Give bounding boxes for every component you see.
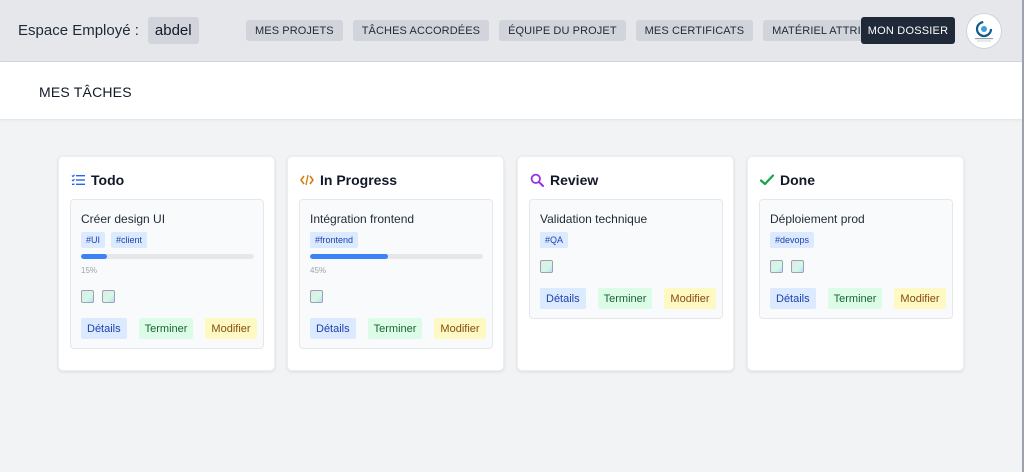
task-title: Intégration frontend	[310, 212, 415, 226]
task-tag: #QA	[540, 232, 569, 248]
brand-label: Espace Employé :	[18, 22, 139, 39]
company-logo-icon[interactable]	[966, 13, 1002, 49]
task-tag: #devops	[770, 232, 815, 248]
mon-dossier-button[interactable]: MON DOSSIER	[861, 17, 955, 44]
finish-button[interactable]: Terminer	[138, 318, 194, 339]
column-header: Done	[760, 172, 815, 188]
finish-button[interactable]: Terminer	[827, 288, 883, 309]
search-icon	[530, 173, 544, 187]
page-title: MES TÂCHES	[39, 84, 132, 100]
task-actions: Détails Terminer Modifier	[310, 318, 486, 339]
assignee-avatar	[102, 290, 115, 303]
code-icon	[300, 173, 314, 187]
top-navbar: Espace Employé : abdel MES PROJETS TÂCHE…	[0, 0, 1024, 62]
task-progress-bar	[81, 254, 254, 259]
task-tags: #frontend	[310, 232, 359, 248]
assignee-avatar	[310, 290, 323, 303]
task-actions: Détails Terminer Modifier	[81, 318, 257, 339]
edit-button[interactable]: Modifier	[205, 318, 257, 339]
task-card[interactable]: Intégration frontend #frontend 45% Détai…	[299, 199, 493, 349]
task-tags: #devops	[770, 232, 815, 248]
task-title: Déploiement prod	[770, 212, 865, 226]
column-header: In Progress	[300, 172, 397, 188]
column-title: Done	[780, 172, 815, 188]
finish-button[interactable]: Terminer	[367, 318, 423, 339]
nav-equipe-projet[interactable]: ÉQUIPE DU PROJET	[499, 20, 626, 41]
task-assignees	[310, 290, 323, 303]
page-title-bar: MES TÂCHES	[0, 62, 1022, 120]
edit-button[interactable]: Modifier	[664, 288, 716, 309]
task-progress-fill	[81, 254, 107, 259]
brand: Espace Employé : abdel	[18, 17, 199, 44]
nav-mes-certificats[interactable]: MES CERTIFICATS	[635, 20, 754, 41]
assignee-avatar	[770, 260, 783, 273]
task-assignees	[540, 260, 553, 273]
column-header: Review	[530, 172, 598, 188]
task-progress-label: 15%	[81, 266, 98, 275]
kanban-column-done: Done Déploiement prod #devops Détails Te…	[747, 156, 964, 371]
task-progress-label: 45%	[310, 266, 327, 275]
details-button[interactable]: Détails	[310, 318, 356, 339]
task-tag: #UI	[81, 232, 106, 248]
edit-button[interactable]: Modifier	[434, 318, 486, 339]
task-title: Validation technique	[540, 212, 648, 226]
column-title: In Progress	[320, 172, 398, 188]
task-assignees	[81, 290, 115, 303]
task-card[interactable]: Validation technique #QA Détails Termine…	[529, 199, 723, 319]
task-progress-fill	[310, 254, 388, 259]
task-card[interactable]: Créer design UI #UI #client 15% Détails …	[70, 199, 264, 349]
nav-taches-accordees[interactable]: TÂCHES ACCORDÉES	[352, 20, 490, 41]
assignee-avatar	[540, 260, 553, 273]
task-tags: #UI #client	[81, 232, 148, 248]
assignee-avatar	[791, 260, 804, 273]
details-button[interactable]: Détails	[540, 288, 586, 309]
task-title: Créer design UI	[81, 212, 166, 226]
kanban-column-todo: Todo Créer design UI #UI #client 15% Dét…	[58, 156, 275, 371]
task-actions: Détails Terminer Modifier	[540, 288, 716, 309]
finish-button[interactable]: Terminer	[597, 288, 653, 309]
nav-mes-projets[interactable]: MES PROJETS	[246, 20, 343, 41]
column-title: Review	[550, 172, 599, 188]
task-assignees	[770, 260, 804, 273]
details-button[interactable]: Détails	[81, 318, 127, 339]
task-tag: #frontend	[310, 232, 359, 248]
task-card[interactable]: Déploiement prod #devops Détails Termine…	[759, 199, 953, 319]
details-button[interactable]: Détails	[770, 288, 816, 309]
edit-button[interactable]: Modifier	[894, 288, 946, 309]
task-tags: #QA	[540, 232, 569, 248]
check-icon	[760, 173, 774, 187]
main-nav: MES PROJETS TÂCHES ACCORDÉES ÉQUIPE DU P…	[246, 20, 893, 41]
task-tag: #client	[111, 232, 148, 248]
column-title: Todo	[91, 172, 125, 188]
user-name-badge: abdel	[147, 17, 199, 44]
kanban-column-review: Review Validation technique #QA Détails …	[517, 156, 734, 371]
column-header: Todo	[71, 172, 124, 188]
assignee-avatar	[81, 290, 94, 303]
task-actions: Détails Terminer Modifier	[770, 288, 946, 309]
checklist-icon	[71, 173, 85, 187]
task-progress-bar	[310, 254, 483, 259]
kanban-column-in-progress: In Progress Intégration frontend #fronte…	[287, 156, 504, 371]
